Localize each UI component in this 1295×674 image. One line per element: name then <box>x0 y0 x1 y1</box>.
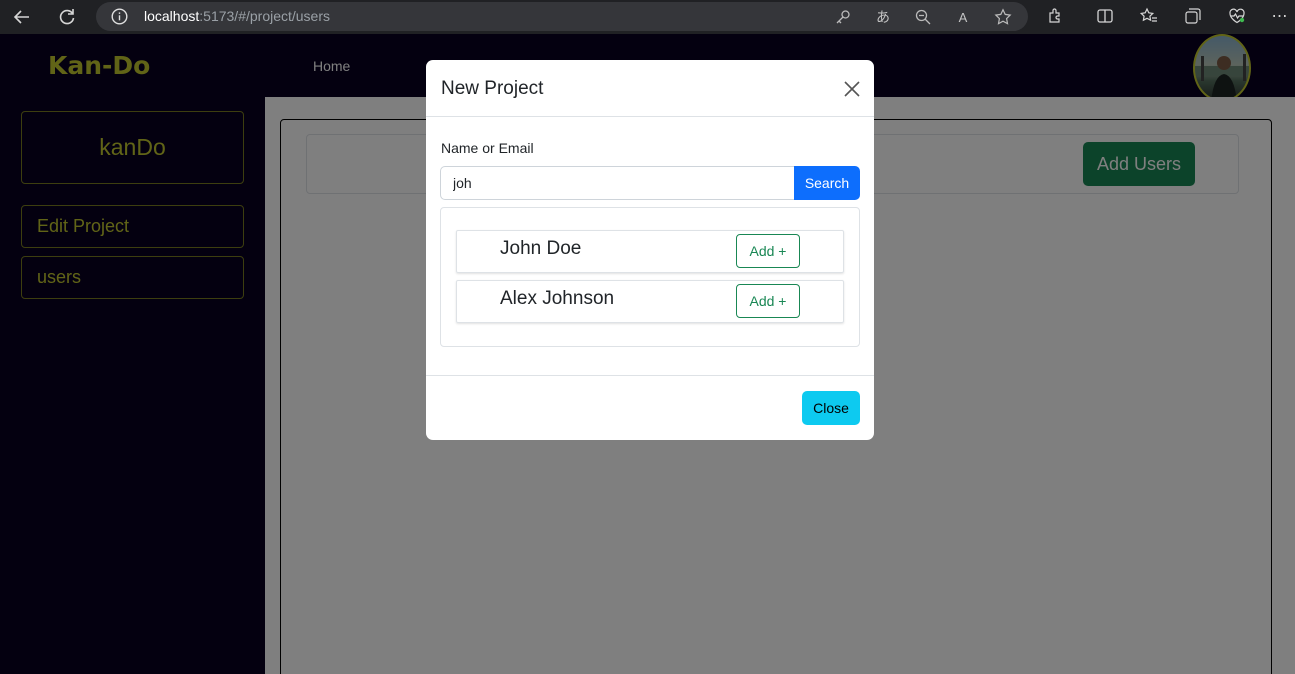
favorites-icon[interactable] <box>1137 4 1161 28</box>
favorite-star-icon[interactable] <box>992 6 1014 28</box>
zoom-out-icon[interactable] <box>912 6 934 28</box>
extensions-icon[interactable] <box>1044 4 1068 28</box>
app-page: Kan-Do Home kanDo Edit Project users Add… <box>0 34 1295 674</box>
address-bar[interactable]: localhost:5173/#/project/users あ A <box>96 2 1028 31</box>
close-icon[interactable] <box>841 78 863 100</box>
reload-icon[interactable] <box>51 3 83 31</box>
back-arrow-icon[interactable] <box>6 3 38 31</box>
search-input[interactable] <box>440 166 795 200</box>
browser-toolbar: localhost:5173/#/project/users あ A ⋯ <box>0 0 1295 34</box>
url-host: localhost <box>144 8 200 24</box>
modal-header: New Project <box>426 60 874 117</box>
user-name: John Doe <box>500 238 582 259</box>
collections-icon[interactable] <box>1181 4 1205 28</box>
read-aloud-icon[interactable]: A <box>952 6 974 28</box>
add-user-button[interactable]: Add + <box>736 234 800 268</box>
info-icon[interactable] <box>111 8 128 25</box>
modal-footer-divider <box>426 375 874 376</box>
search-button[interactable]: Search <box>794 166 860 200</box>
more-menu-icon[interactable]: ⋯ <box>1268 4 1292 28</box>
split-screen-icon[interactable] <box>1093 4 1117 28</box>
modal-title: New Project <box>441 78 544 99</box>
name-or-email-label: Name or Email <box>441 140 534 156</box>
close-button[interactable]: Close <box>802 391 860 425</box>
key-icon[interactable] <box>832 6 854 28</box>
user-name: Alex Johnson <box>500 288 615 309</box>
add-user-button[interactable]: Add + <box>736 284 800 318</box>
translate-icon[interactable]: あ <box>872 6 894 28</box>
new-project-modal: New Project Name or Email Search John Do… <box>426 60 874 440</box>
url-path: :5173/#/project/users <box>199 8 331 24</box>
list-item: Alex Johnson Add + <box>456 280 844 323</box>
search-results: John Doe Add + Alex Johnson Add + <box>440 207 860 347</box>
performance-heart-icon[interactable] <box>1225 4 1249 28</box>
list-item: John Doe Add + <box>456 230 844 273</box>
url-text[interactable]: localhost:5173/#/project/users <box>144 8 330 24</box>
